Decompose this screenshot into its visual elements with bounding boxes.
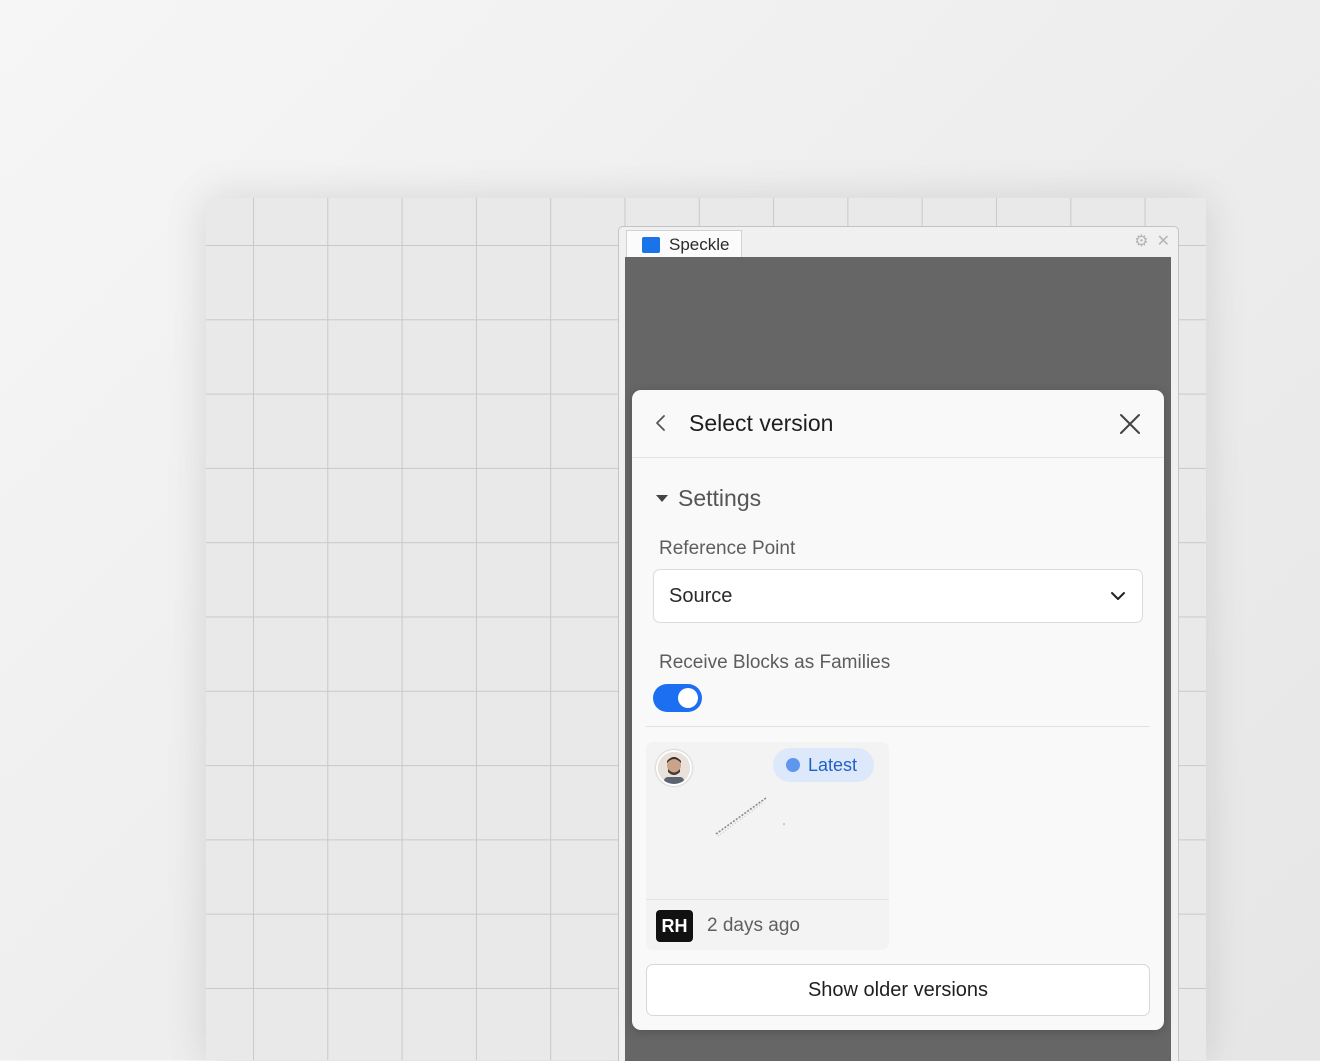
receive-blocks-label: Receive Blocks as Families xyxy=(659,652,891,673)
close-icon[interactable]: ✕ xyxy=(1157,234,1170,250)
version-time: 2 days ago xyxy=(707,915,800,936)
reference-point-value: Source xyxy=(669,584,733,607)
settings-section-toggle[interactable]: Settings xyxy=(656,485,761,512)
avatar xyxy=(656,750,692,786)
settings-label: Settings xyxy=(678,485,762,511)
model-preview-thumbnail xyxy=(715,797,785,837)
toggle-knob xyxy=(678,688,698,708)
show-older-versions-button[interactable]: Show older versions xyxy=(646,964,1150,1016)
close-icon[interactable] xyxy=(1118,412,1142,436)
dialog-header: Select version xyxy=(632,390,1164,458)
reference-point-label: Reference Point xyxy=(659,538,796,559)
divider xyxy=(646,726,1150,727)
select-version-dialog: Select version Settings Reference Point … xyxy=(632,390,1164,1030)
version-card-footer: RH 2 days ago xyxy=(646,899,889,950)
version-card[interactable]: Latest RH 2 days ago xyxy=(646,742,889,950)
receive-blocks-toggle[interactable] xyxy=(653,684,702,712)
speckle-logo-icon xyxy=(642,236,660,253)
panel-tab[interactable]: Speckle xyxy=(626,230,742,258)
chevron-left-icon[interactable] xyxy=(652,413,670,433)
gear-icon[interactable]: ⚙ xyxy=(1134,234,1148,250)
latest-badge-label: Latest xyxy=(808,754,858,775)
latest-badge: Latest xyxy=(773,748,875,782)
dialog-title: Select version xyxy=(689,410,834,436)
chevron-down-icon xyxy=(1111,592,1125,600)
reference-point-select[interactable]: Source xyxy=(653,569,1143,623)
panel-tab-title: Speckle xyxy=(669,234,730,254)
status-dot-icon xyxy=(786,758,800,772)
caret-down-icon xyxy=(656,495,668,502)
author-initials: RH xyxy=(656,910,693,942)
panel-controls: ⚙ ✕ xyxy=(1134,234,1170,250)
